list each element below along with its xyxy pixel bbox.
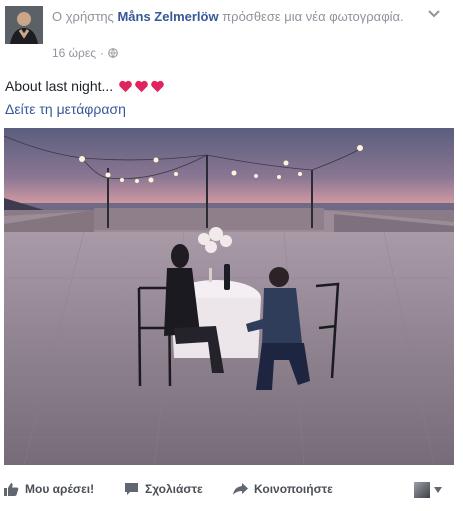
- post-header-text: Ο χρήστης Måns Zelmerlöw πρόσθεσε μια νέ…: [52, 8, 432, 26]
- post-photo[interactable]: [4, 128, 454, 465]
- post-meta: 16 ώρες ·: [52, 46, 118, 60]
- post-timestamp[interactable]: 16 ώρες: [52, 46, 96, 60]
- comment-icon: [125, 483, 138, 495]
- share-arrow-icon: [233, 483, 248, 495]
- heart-icon: [151, 80, 165, 92]
- header-prefix: Ο χρήστης: [52, 9, 118, 24]
- post-message: About last night...: [5, 76, 165, 96]
- photo-scene: [4, 128, 454, 465]
- post-as-selector[interactable]: [414, 482, 442, 498]
- meta-separator: ·: [100, 46, 105, 60]
- page-avatar-small: [414, 482, 430, 498]
- comment-button[interactable]: Σχολιάστε: [124, 482, 203, 496]
- see-translation-link[interactable]: Δείτε τη μετάφραση: [5, 101, 126, 117]
- comment-label: Σχολιάστε: [145, 482, 203, 496]
- chevron-down-icon[interactable]: [427, 8, 441, 18]
- post-header: Ο χρήστης Måns Zelmerlöw πρόσθεσε μια νέ…: [0, 0, 463, 66]
- header-suffix: πρόσθεσε μια νέα φωτογραφία.: [218, 9, 404, 24]
- post-message-text: About last night...: [5, 78, 114, 94]
- author-avatar[interactable]: [5, 6, 43, 44]
- share-button[interactable]: Κοινοποιήστε: [233, 482, 333, 496]
- heart-icon: [119, 80, 133, 92]
- post-actions-bar: Μου αρέσει! Σχολιάστε Κοινοποιήστε: [0, 478, 463, 506]
- like-button[interactable]: Μου αρέσει!: [4, 482, 94, 496]
- caret-down-icon: [434, 487, 442, 493]
- avatar-image: [5, 6, 43, 44]
- share-label: Κοινοποιήστε: [254, 482, 333, 496]
- heart-icon: [135, 80, 149, 92]
- author-name-link[interactable]: Måns Zelmerlöw: [117, 9, 218, 24]
- thumbs-up-icon: [4, 483, 19, 496]
- globe-icon[interactable]: [108, 48, 118, 58]
- like-label: Μου αρέσει!: [25, 482, 95, 496]
- heart-emojis: [118, 79, 165, 94]
